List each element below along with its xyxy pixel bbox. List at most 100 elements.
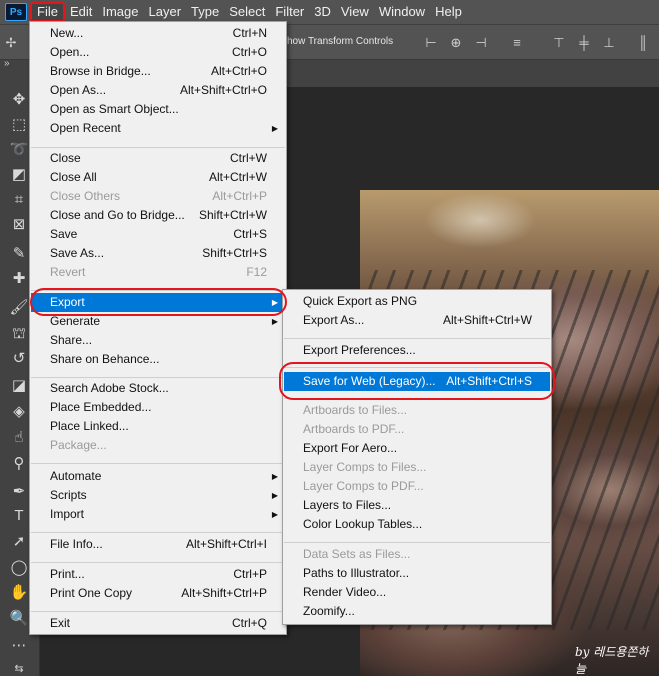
menu-item-scripts[interactable]: Scripts ▶ (31, 486, 285, 505)
align-left-icon[interactable]: ⊢ (424, 36, 438, 50)
menu-item-quick-export-as-png[interactable]: Quick Export as PNG (284, 292, 550, 311)
type-icon[interactable]: T (7, 506, 31, 526)
menu-item-import[interactable]: Import ▶ (31, 505, 285, 524)
menu-item-close-all[interactable]: Close All Alt+Ctrl+W (31, 168, 285, 187)
menu-separator (31, 532, 285, 533)
photoshop-logo[interactable]: Ps (5, 3, 27, 21)
zoom-icon[interactable]: 🔍 (7, 609, 31, 629)
menu-item-file-info[interactable]: File Info... Alt+Shift+Ctrl+I (31, 535, 285, 554)
dodge-icon[interactable]: ⚲ (7, 454, 31, 474)
photo-watermark: by 레드용쫀하늘 (575, 645, 649, 676)
menu-3d[interactable]: 3D (309, 2, 336, 22)
menu-item-label: Print One Copy (50, 586, 133, 600)
tool-preset-icon[interactable]: ✢ (4, 36, 18, 50)
align-bottom-icon[interactable]: ⊥ (602, 36, 616, 50)
eraser-icon[interactable]: ◪ (7, 376, 31, 396)
show-transform-controls-label[interactable]: how Transform Controls (287, 36, 393, 47)
menu-item-save[interactable]: Save Ctrl+S (31, 225, 285, 244)
menu-item-print-one-copy[interactable]: Print One Copy Alt+Shift+Ctrl+P (31, 584, 285, 603)
hand-icon[interactable]: ✋ (7, 583, 31, 603)
brush-icon[interactable]: 🖌 (7, 298, 31, 318)
menu-item-shortcut: F12 (246, 265, 267, 279)
menu-filter[interactable]: Filter (270, 2, 309, 22)
menu-item-shortcut: Shift+Ctrl+S (202, 246, 267, 260)
menu-help[interactable]: Help (430, 2, 467, 22)
distribute-icon[interactable]: ≡ (510, 36, 524, 50)
menu-image[interactable]: Image (97, 2, 143, 22)
menu-item-render-video[interactable]: Render Video... (284, 583, 550, 602)
menu-item-label: Color Lookup Tables... (303, 517, 423, 531)
lasso-icon[interactable]: ➰ (7, 140, 31, 160)
move-icon[interactable]: ✥ (7, 90, 31, 110)
menu-item-close-and-go-to-bridge[interactable]: Close and Go to Bridge... Shift+Ctrl+W (31, 206, 285, 225)
submenu-arrow-icon: ▶ (271, 472, 278, 481)
align-vertical-center-icon[interactable]: ╪ (577, 36, 591, 50)
healing-icon[interactable]: ✚ (7, 269, 31, 289)
stamp-icon[interactable]: ⛫ (7, 324, 31, 344)
menu-item-search-adobe-stock[interactable]: Search Adobe Stock... (31, 379, 285, 398)
eyedropper-icon[interactable]: ✎ (7, 244, 31, 264)
menu-item-generate[interactable]: Generate ▶ (31, 312, 285, 331)
export-submenu: Quick Export as PNG Export As... Alt+Shift… (282, 289, 552, 625)
menu-item-shortcut: Alt+Ctrl+P (212, 189, 267, 203)
menu-item-paths-to-illustrator[interactable]: Paths to Illustrator... (284, 564, 550, 583)
menu-item-export-for-aero[interactable]: Export For Aero... (284, 439, 550, 458)
menu-item-new[interactable]: New... Ctrl+N (31, 24, 285, 43)
menu-layer[interactable]: Layer (144, 2, 187, 22)
pen-icon[interactable]: ✒ (7, 482, 31, 502)
menu-select[interactable]: Select (224, 2, 270, 22)
align-horizontal-center-icon[interactable]: ⊕ (449, 36, 463, 50)
menu-item-label: Open Recent (50, 121, 121, 135)
menu-item-open-recent[interactable]: Open Recent ▶ (31, 119, 285, 138)
menu-item-automate[interactable]: Automate ▶ (31, 467, 285, 486)
menu-item-save-as[interactable]: Save As... Shift+Ctrl+S (31, 244, 285, 263)
menu-item-exit[interactable]: Exit Ctrl+Q (31, 614, 285, 633)
menu-item-browse-in-bridge[interactable]: Browse in Bridge... Alt+Ctrl+O (31, 62, 285, 81)
menu-item-shortcut: Alt+Ctrl+O (210, 64, 267, 78)
menu-item-share[interactable]: Share... (31, 331, 285, 350)
menu-item-export-preferences[interactable]: Export Preferences... (284, 341, 550, 360)
paint-bucket-icon[interactable]: ◈ (7, 402, 31, 422)
crop-icon[interactable]: ⌗ (7, 190, 31, 210)
menu-item-color-lookup-tables[interactable]: Color Lookup Tables... (284, 515, 550, 534)
menu-item-export[interactable]: Export ▶ (31, 293, 285, 312)
menu-item-label: New... (50, 26, 84, 40)
quick-select-icon[interactable]: ◩ (7, 165, 31, 185)
more-icon[interactable]: ⋯ (7, 636, 31, 656)
menu-view[interactable]: View (336, 2, 374, 22)
frame-icon[interactable]: ⊠ (7, 215, 31, 235)
expand-panels-icon[interactable]: » (4, 58, 10, 69)
menu-file[interactable]: File (30, 2, 65, 22)
marquee-icon[interactable]: ⬚ (7, 115, 31, 135)
menu-item-export-as[interactable]: Export As... Alt+Shift+Ctrl+W (284, 311, 550, 330)
menu-item-save-for-web-legacy[interactable]: Save for Web (Legacy)... Alt+Shift+Ctrl+S (284, 372, 550, 391)
menu-item-label: Open... (50, 45, 90, 59)
menu-item-open[interactable]: Open... Ctrl+O (31, 43, 285, 62)
menu-item-zoomify[interactable]: Zoomify... (284, 602, 550, 621)
menu-item-label: Close and Go to Bridge... (50, 208, 185, 222)
swap-colors-icon[interactable]: ⇆ (7, 659, 31, 676)
menu-item-open-as[interactable]: Open As... Alt+Shift+Ctrl+O (31, 81, 285, 100)
align-top-icon[interactable]: ⊤ (552, 36, 566, 50)
menu-separator (31, 463, 285, 464)
menu-item-open-as-smart-object[interactable]: Open as Smart Object... (31, 100, 285, 119)
distribute-vertical-icon[interactable]: ║ (636, 36, 650, 50)
menu-item-place-linked[interactable]: Place Linked... (31, 417, 285, 436)
path-select-icon[interactable]: ➚ (7, 532, 31, 552)
menu-item-close[interactable]: Close Ctrl+W (31, 149, 285, 168)
menu-item-share-on-behance[interactable]: Share on Behance... (31, 350, 285, 369)
menu-edit[interactable]: Edit (65, 2, 97, 22)
align-right-icon[interactable]: ⊣ (474, 36, 488, 50)
ellipse-icon[interactable]: ◯ (7, 558, 31, 578)
menu-item-label: Print... (50, 567, 85, 581)
menu-item-shortcut: Ctrl+W (230, 151, 267, 165)
menu-type[interactable]: Type (186, 2, 224, 22)
menu-item-label: Close Others (50, 189, 121, 203)
menu-item-close-others: Close Others Alt+Ctrl+P (31, 187, 285, 206)
menu-item-layers-to-files[interactable]: Layers to Files... (284, 496, 550, 515)
menu-window[interactable]: Window (374, 2, 430, 22)
menu-item-place-embedded[interactable]: Place Embedded... (31, 398, 285, 417)
menu-item-print[interactable]: Print... Ctrl+P (31, 565, 285, 584)
smudge-icon[interactable]: ☝ (7, 428, 31, 448)
history-brush-icon[interactable]: ↺ (7, 349, 31, 369)
